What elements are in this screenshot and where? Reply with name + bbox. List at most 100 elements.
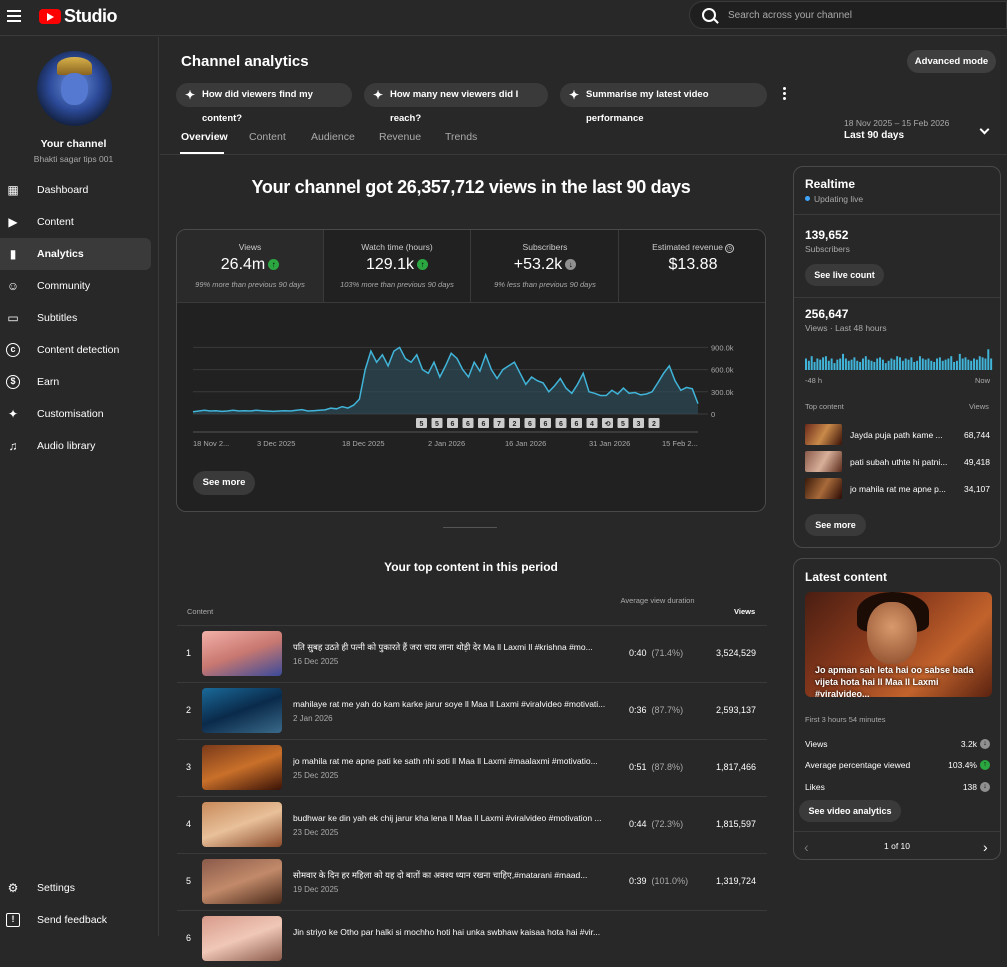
- metric-label: Views: [805, 739, 828, 749]
- video-marker[interactable]: 6: [571, 418, 582, 428]
- table-row[interactable]: 1 पति सुबह उठते ही पत्नी को पुकारते हैं ज…: [177, 625, 767, 682]
- table-row[interactable]: 5 सोमवार के दिन हर महिला को यह दो बातों क…: [177, 853, 767, 910]
- channel-avatar[interactable]: [37, 51, 112, 126]
- sidebar-item-analytics[interactable]: ▮ Analytics: [0, 238, 151, 270]
- search-bar[interactable]: Search across your channel: [689, 1, 1007, 29]
- stat-watch-time[interactable]: Watch time (hours) 129.1k ↑ 103% more tha…: [324, 230, 471, 302]
- suggestion-chip-latest-video[interactable]: ✦ Summarise my latest video performance: [560, 83, 767, 124]
- video-title[interactable]: mahilaye rat me yah do kam karke jarur s…: [293, 699, 611, 709]
- video-marker[interactable]: 6: [555, 418, 567, 428]
- menu-icon[interactable]: [7, 10, 21, 22]
- video-thumbnail[interactable]: [202, 688, 282, 733]
- suggestion-chip-viewers-find[interactable]: ✦ How did viewers find my content?: [176, 83, 352, 124]
- video-marker[interactable]: 5: [416, 418, 427, 428]
- top-content-thumbnail[interactable]: [805, 424, 842, 445]
- video-thumbnail[interactable]: [202, 745, 282, 790]
- tab-audience[interactable]: Audience: [311, 131, 355, 143]
- sidebar-item-content[interactable]: ▶ Content: [0, 206, 151, 238]
- row-rank: 4: [186, 819, 192, 829]
- sidebar-item-audio-library[interactable]: ♫ Audio library: [0, 430, 151, 462]
- realtime-bar: [916, 360, 919, 370]
- tab-content[interactable]: Content: [249, 131, 286, 143]
- realtime-bar: [859, 361, 862, 370]
- top-content-item-title[interactable]: jo mahila rat me apne p...: [850, 484, 950, 494]
- sidebar-item-community[interactable]: ☺ Community: [0, 270, 151, 302]
- video-title[interactable]: budhwar ke din yah ek chij jarur kha len…: [293, 813, 611, 823]
- top-content-item-title[interactable]: pati subah uthte hi patni...: [850, 457, 950, 467]
- stat-estimated-revenue[interactable]: Estimated revenue ◷ $13.88: [619, 230, 765, 302]
- advanced-mode-button[interactable]: Advanced mode: [907, 50, 996, 73]
- date-range-text[interactable]: 18 Nov 2025 – 15 Feb 2026: [844, 118, 949, 128]
- video-thumbnail[interactable]: [202, 802, 282, 847]
- magic-wand-icon: ✦: [7, 407, 19, 421]
- stat-note: 9% less than previous 90 days: [494, 280, 596, 289]
- tab-overview[interactable]: Overview: [181, 131, 228, 143]
- video-thumbnail[interactable]: [202, 631, 282, 676]
- video-marker[interactable]: 4: [586, 418, 598, 428]
- video-title[interactable]: पति सुबह उठते ही पत्नी को पुकारते हैं जर…: [293, 642, 611, 653]
- table-row[interactable]: 6 Jin striyo ke Otho par halki si mochho …: [177, 910, 767, 967]
- sidebar-item-dashboard[interactable]: ▦ Dashboard: [0, 174, 151, 206]
- video-thumbnail[interactable]: [202, 916, 282, 961]
- table-row[interactable]: 2 mahilaye rat me yah do kam karke jarur …: [177, 682, 767, 739]
- realtime-bar: [933, 361, 936, 370]
- sidebar-item-label: Audio library: [37, 440, 96, 452]
- realtime-bar: [981, 357, 984, 370]
- latest-video-caption: Jo apman sah leta hai oo sabse bada vije…: [815, 665, 974, 697]
- stat-subscribers[interactable]: Subscribers +53.2k ↓ 9% less than previou…: [472, 230, 619, 302]
- latest-video-thumbnail[interactable]: Jo apman sah leta hai oo sabse bada vije…: [805, 592, 992, 697]
- table-row[interactable]: 3 jo mahila rat me apne pati ke sath nhi …: [177, 739, 767, 796]
- table-row[interactable]: 4 budhwar ke din yah ek chij jarur kha le…: [177, 796, 767, 853]
- sidebar-item-settings[interactable]: ⚙ Settings: [0, 872, 151, 904]
- video-title[interactable]: सोमवार के दिन हर महिला को यह दो बातों का…: [293, 870, 611, 881]
- metric-label: Likes: [805, 782, 825, 792]
- sidebar-item-customisation[interactable]: ✦ Customisation: [0, 398, 151, 430]
- overview-card: Views 26.4m ↑ 99% more than previous 90 d…: [176, 229, 766, 512]
- video-marker[interactable]: 6: [540, 418, 551, 428]
- top-content-thumbnail[interactable]: [805, 451, 842, 472]
- see-live-count-button[interactable]: See live count: [805, 264, 884, 286]
- sidebar-item-send-feedback[interactable]: ! Send feedback: [0, 904, 151, 936]
- column-header-views[interactable]: Views: [734, 607, 755, 616]
- top-content-thumbnail[interactable]: [805, 478, 842, 499]
- stat-views[interactable]: Views 26.4m ↑ 99% more than previous 90 d…: [177, 230, 324, 302]
- video-marker[interactable]: 6: [478, 418, 489, 428]
- top-content-item-title[interactable]: Jayda puja path kame ...: [850, 430, 950, 440]
- realtime-see-more-button[interactable]: See more: [805, 514, 866, 536]
- see-video-analytics-button[interactable]: See video analytics: [799, 800, 901, 822]
- column-header-avd[interactable]: Average view duration: [620, 596, 695, 606]
- svg-text:3: 3: [637, 421, 641, 428]
- sidebar-item-label: Content: [37, 216, 74, 228]
- date-range-label[interactable]: Last 90 days: [844, 130, 904, 141]
- video-marker[interactable]: 5: [431, 418, 443, 428]
- sidebar-item-earn[interactable]: $ Earn: [0, 366, 151, 398]
- tab-revenue[interactable]: Revenue: [379, 131, 421, 143]
- more-options-icon[interactable]: [783, 87, 787, 102]
- video-thumbnail[interactable]: [202, 859, 282, 904]
- sidebar-item-subtitles[interactable]: ▭ Subtitles: [0, 302, 151, 334]
- sidebar-item-content-detection[interactable]: c Content detection: [0, 334, 151, 366]
- search-input[interactable]: Search across your channel: [728, 10, 852, 21]
- suggestion-chip-new-viewers[interactable]: ✦ How many new viewers did I reach?: [364, 83, 548, 124]
- realtime-bar: [984, 358, 987, 370]
- feedback-icon: !: [6, 913, 20, 927]
- realtime-bar: [975, 359, 978, 370]
- chevron-right-icon[interactable]: ›: [983, 839, 988, 855]
- video-marker[interactable]: 3: [633, 418, 644, 428]
- video-marker[interactable]: 2: [648, 418, 660, 428]
- video-marker[interactable]: 6: [524, 418, 536, 428]
- video-marker[interactable]: 5: [617, 418, 629, 428]
- tab-trends[interactable]: Trends: [445, 131, 477, 143]
- sidebar-item-label: Customisation: [37, 408, 104, 420]
- video-marker[interactable]: 6: [462, 418, 474, 428]
- video-title[interactable]: jo mahila rat me apne pati ke sath nhi s…: [293, 756, 611, 766]
- see-more-button[interactable]: See more: [193, 471, 255, 495]
- video-marker[interactable]: 2: [509, 418, 520, 428]
- video-marker[interactable]: 7: [493, 418, 505, 428]
- svg-text:6: 6: [482, 421, 486, 428]
- video-marker[interactable]: ⟲: [602, 418, 613, 428]
- video-marker[interactable]: 6: [447, 418, 458, 428]
- page-title: Channel analytics: [181, 53, 309, 70]
- studio-logo[interactable]: Studio: [39, 6, 118, 27]
- chevron-down-icon[interactable]: [979, 124, 990, 135]
